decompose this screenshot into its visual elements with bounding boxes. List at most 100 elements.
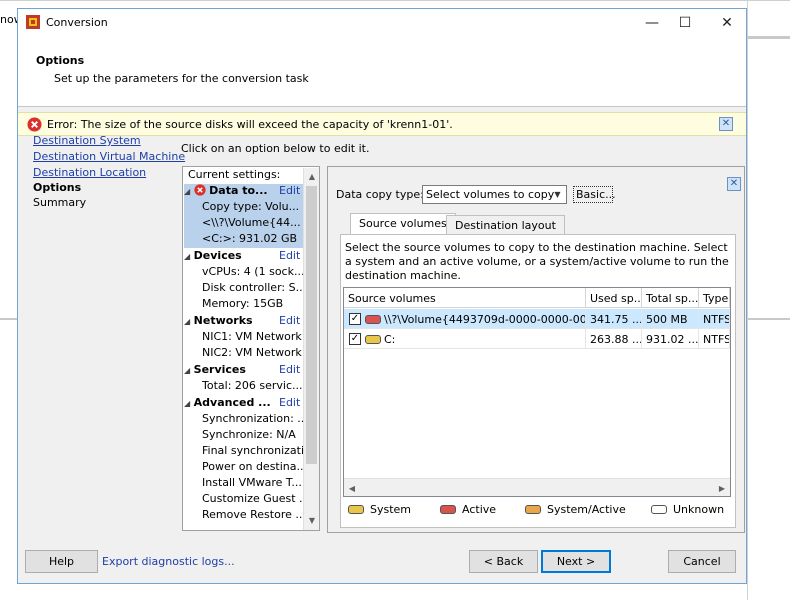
setting-row[interactable]: Copy type: Volu...	[184, 200, 303, 216]
nav-summary[interactable]: Summary	[33, 196, 86, 209]
setting-row[interactable]: Synchronization: ...	[184, 412, 303, 428]
background-divider	[748, 36, 790, 39]
collapse-triangle-icon[interactable]: ◢	[184, 317, 190, 326]
basic-button[interactable]: Basic...	[573, 186, 616, 203]
background-edge	[0, 0, 790, 1]
setting-row[interactable]: Power on destina...	[184, 460, 303, 476]
pane-close-icon[interactable]: ✕	[727, 177, 741, 191]
setting-row[interactable]: Disk controller: S...	[184, 281, 303, 297]
collapse-triangle-icon[interactable]: ◢	[184, 399, 190, 408]
close-button[interactable]: ✕	[712, 13, 742, 33]
settings-group-devices[interactable]: ◢ Devices Edit	[184, 249, 303, 265]
nav-destination-virtual-machine[interactable]: Destination Virtual Machine	[33, 150, 185, 163]
settings-group-services[interactable]: ◢ Services Edit	[184, 363, 303, 379]
setting-row[interactable]: NIC2: VM Network	[184, 346, 303, 362]
wizard-header: Options Set up the parameters for the co…	[18, 37, 746, 107]
legend-unknown: Unknown	[651, 503, 724, 516]
setting-row[interactable]: Total: 206 servic...	[184, 379, 303, 395]
active-disk-icon	[440, 505, 456, 514]
options-pane: Data copy type: Select volumes to copy ▼…	[327, 166, 745, 533]
total-space-cell: 500 MB	[642, 309, 699, 329]
unknown-disk-icon	[651, 505, 667, 514]
help-button[interactable]: Help	[25, 550, 98, 573]
system-active-disk-icon	[525, 505, 541, 514]
back-button[interactable]: < Back	[469, 550, 538, 573]
type-cell: NTFS	[699, 329, 730, 349]
source-volumes-description: Select the source volumes to copy to the…	[345, 241, 729, 282]
group-name: Networks	[193, 314, 253, 327]
background-divider	[0, 318, 18, 320]
column-header-type[interactable]: Type	[699, 288, 730, 308]
data-copy-type-select[interactable]: Select volumes to copy ▼	[422, 185, 567, 204]
settings-list[interactable]: Current settings: ◢ Data to... Edit Copy…	[182, 166, 320, 531]
nav-destination-system[interactable]: Destination System	[33, 134, 141, 147]
window-titlebar[interactable]: Conversion — ☐ ✕	[18, 9, 746, 37]
legend-label: Active	[462, 503, 497, 516]
setting-row[interactable]: <C:>: 931.02 GB	[184, 232, 303, 248]
data-copy-type-value: Select volumes to copy	[426, 188, 555, 201]
edit-link[interactable]: Edit	[279, 249, 300, 262]
setting-row[interactable]: Remove Restore ...	[184, 508, 303, 524]
edit-link[interactable]: Edit	[279, 396, 300, 409]
settings-group-advanced[interactable]: ◢ Advanced ... Edit	[184, 396, 303, 412]
column-header-used-space[interactable]: Used sp...	[586, 288, 642, 308]
cancel-button[interactable]: Cancel	[668, 550, 736, 573]
source-volumes-panel: Select the source volumes to copy to the…	[340, 234, 736, 528]
collapse-triangle-icon[interactable]: ◢	[184, 187, 190, 196]
legend-label: System/Active	[547, 503, 626, 516]
setting-row[interactable]: Customize Guest ...	[184, 492, 303, 508]
total-space-cell: 931.02 ...	[642, 329, 699, 349]
edit-link[interactable]: Edit	[279, 363, 300, 376]
nav-destination-location[interactable]: Destination Location	[33, 166, 146, 179]
scroll-up-arrow-icon[interactable]: ▲	[306, 170, 318, 182]
window-title: Conversion	[46, 16, 108, 29]
volume-name-cell: ✓ C:	[344, 329, 586, 349]
table-row[interactable]: ✓ C: 263.88 ... 931.02 ... NTFS	[344, 329, 730, 349]
edit-link[interactable]: Edit	[279, 314, 300, 327]
volume-checkbox[interactable]: ✓	[349, 333, 361, 345]
scroll-down-arrow-icon[interactable]: ▼	[306, 514, 318, 526]
background-edge	[747, 0, 748, 600]
setting-row[interactable]: vCPUs: 4 (1 sock...	[184, 265, 303, 281]
tab-source-volumes[interactable]: Source volumes	[350, 213, 456, 235]
used-space-cell: 341.75 ...	[586, 309, 642, 329]
setting-row[interactable]: Install VMware T...	[184, 476, 303, 492]
error-close-icon[interactable]: ✕	[719, 117, 733, 131]
minimize-button[interactable]: —	[637, 13, 667, 33]
column-header-source-volumes[interactable]: Source volumes	[344, 288, 586, 308]
edit-link[interactable]: Edit	[279, 184, 300, 197]
setting-row[interactable]: Memory: 15GB	[184, 297, 303, 313]
setting-row[interactable]: NIC1: VM Network	[184, 330, 303, 346]
settings-scrollbar[interactable]: ▲ ▼	[303, 168, 319, 530]
system-disk-icon	[348, 505, 364, 514]
setting-row[interactable]: Synchronize: N/A	[184, 428, 303, 444]
collapse-triangle-icon[interactable]: ◢	[184, 252, 190, 261]
group-name: Devices	[193, 249, 242, 262]
scroll-right-arrow-icon[interactable]: ▶	[716, 482, 728, 494]
settings-group-data[interactable]: ◢ Data to... Edit	[184, 184, 303, 200]
maximize-button[interactable]: ☐	[670, 13, 700, 33]
used-space-cell: 263.88 ...	[586, 329, 642, 349]
tab-destination-layout[interactable]: Destination layout	[446, 215, 565, 235]
setting-row[interactable]: Final synchronizati...	[184, 444, 303, 460]
setting-row[interactable]: <\\?\Volume{44...	[184, 216, 303, 232]
page-title: Options	[36, 54, 85, 67]
next-button[interactable]: Next >	[541, 550, 611, 573]
source-volumes-table[interactable]: Source volumes Used sp... Total sp... Ty…	[343, 287, 731, 497]
scroll-thumb[interactable]	[306, 186, 317, 464]
nav-options[interactable]: Options	[33, 181, 81, 194]
table-row[interactable]: ✓ \\?\Volume{4493709d-0000-0000-00... 34…	[344, 309, 730, 329]
collapse-triangle-icon[interactable]: ◢	[184, 366, 190, 375]
volume-checkbox[interactable]: ✓	[349, 313, 361, 325]
chevron-down-icon[interactable]: ▼	[551, 188, 564, 201]
scroll-left-arrow-icon[interactable]: ◀	[346, 482, 358, 494]
column-header-total-space[interactable]: Total sp...	[642, 288, 699, 308]
volume-name: \\?\Volume{4493709d-0000-0000-00...	[384, 313, 586, 326]
table-horizontal-scrollbar[interactable]: ◀ ▶	[344, 478, 730, 496]
settings-group-networks[interactable]: ◢ Networks Edit	[184, 314, 303, 330]
error-banner: Error: The size of the source disks will…	[18, 112, 746, 136]
data-copy-type-label: Data copy type:	[336, 188, 424, 201]
volume-name: C:	[384, 333, 396, 346]
instructions-text: Click on an option below to edit it.	[181, 142, 370, 155]
export-diagnostic-logs-link[interactable]: Export diagnostic logs...	[102, 555, 235, 568]
